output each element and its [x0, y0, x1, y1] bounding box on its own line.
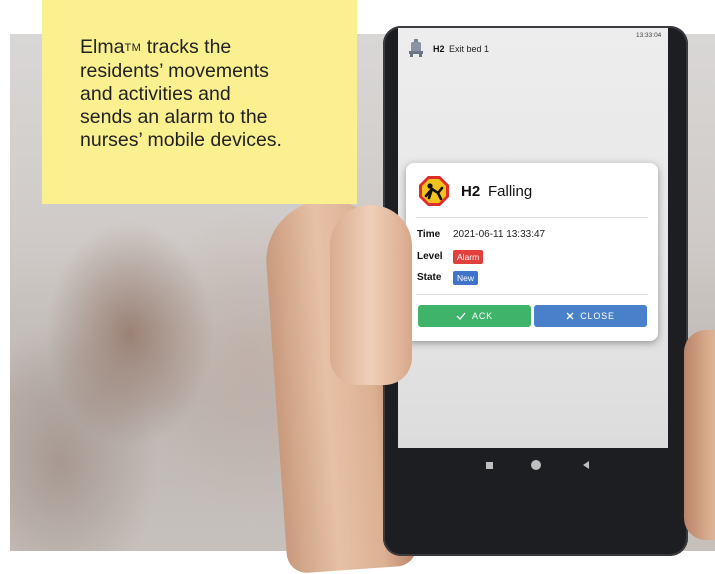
notification-event: Exit bed 1	[449, 44, 490, 54]
bell-icon	[409, 39, 423, 57]
caption-line-2: residents’ movements	[80, 60, 269, 82]
android-nav-bar	[398, 448, 668, 488]
caption-line-4: sends an alarm to the	[80, 106, 268, 128]
close-button[interactable]: CLOSE	[534, 305, 647, 327]
ack-button[interactable]: ACK	[418, 305, 531, 327]
notification-resident-id: H2	[433, 44, 445, 54]
notification-bar[interactable]: H2 Exit bed 1 13:33:04	[398, 28, 668, 72]
caption-text: tracks the	[141, 36, 232, 58]
state-label: State	[417, 272, 442, 283]
divider	[416, 217, 648, 218]
caption-line-3: and activities and	[80, 83, 231, 105]
thumb	[330, 205, 412, 385]
state-badge: New	[453, 271, 479, 285]
close-label: CLOSE	[580, 311, 615, 321]
level-label: Level	[417, 251, 443, 262]
triangle-back-icon[interactable]	[582, 460, 590, 470]
brand-name: Elma	[80, 36, 125, 58]
caption-box: ElmaTM tracks the residents’ movements a…	[42, 0, 357, 204]
level-badge: Alarm	[453, 250, 484, 264]
alarm-resident-id: H2	[461, 183, 481, 200]
alarm-dialog: H2 Falling Time 2021-06-11 13:33:47 Leve…	[406, 163, 658, 341]
notification-time: 13:33:04	[636, 32, 662, 39]
square-icon[interactable]	[486, 462, 493, 469]
trademark-mark: TM	[124, 42, 142, 54]
page-margin	[0, 34, 10, 551]
alarm-event: Falling	[488, 183, 533, 200]
circle-icon[interactable]	[531, 460, 541, 470]
ack-label: ACK	[472, 311, 493, 321]
caption-line-1: ElmaTM tracks the	[80, 36, 337, 60]
person-falling-icon	[419, 176, 449, 206]
caption-line-5: nurses’ mobile devices.	[80, 129, 282, 151]
time-value: 2021-06-11 13:33:47	[453, 229, 546, 240]
check-icon	[456, 312, 466, 320]
divider	[416, 294, 648, 295]
time-label: Time	[417, 229, 441, 240]
close-icon	[566, 312, 574, 320]
finger	[684, 330, 715, 540]
